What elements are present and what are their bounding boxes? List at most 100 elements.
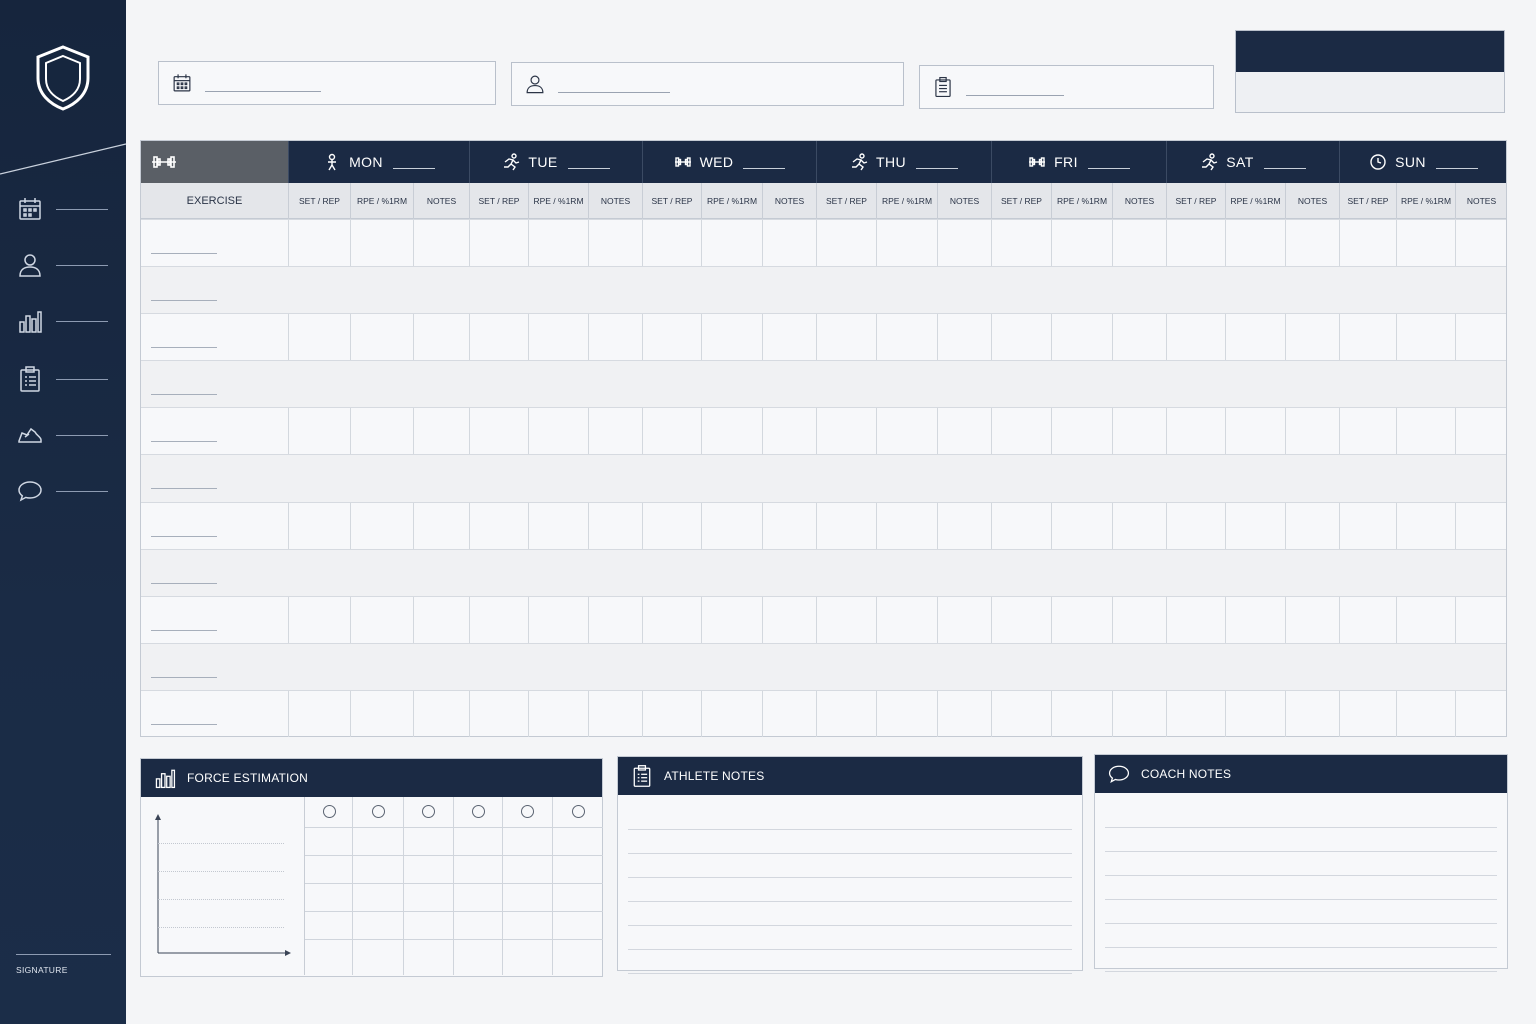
sub-header-set-rep: SET / REP [642, 183, 701, 219]
force-radio-option[interactable] [521, 805, 534, 818]
plot-guide-line [158, 927, 284, 928]
sub-header-set-rep: SET / REP [991, 183, 1051, 219]
day-date-line [567, 167, 610, 169]
clipboard-icon [935, 76, 951, 98]
force-grid-line [305, 883, 603, 884]
day-header-sun: SUN [1339, 141, 1507, 183]
sidebar-item-plans[interactable] [16, 364, 112, 394]
force-estimation-panel: FORCE ESTIMATION [140, 758, 603, 977]
dumbbell-icon [1029, 157, 1046, 167]
day-header-fri: FRI [991, 141, 1166, 183]
day-label: SUN [1395, 154, 1426, 170]
table-row[interactable] [141, 689, 1506, 737]
note-line [1105, 899, 1497, 900]
note-line [1105, 971, 1497, 972]
coach-notes-panel: COACH NOTES [1094, 754, 1508, 972]
figure-icon [328, 153, 337, 171]
program-field[interactable] [919, 65, 1214, 109]
force-grid-line [305, 911, 603, 912]
exercise-name-line [151, 253, 217, 254]
note-line [628, 853, 1072, 854]
exercise-name-line [151, 347, 217, 349]
table-row[interactable] [141, 501, 1506, 549]
sub-header-rpe: RPE / %1RM [701, 183, 762, 219]
force-radio-option[interactable] [471, 805, 485, 818]
table-row[interactable] [141, 407, 1506, 454]
exercise-name-line [151, 582, 217, 584]
sidebar-item-messages[interactable] [16, 476, 112, 506]
sidebar-divider [0, 143, 126, 175]
bar-chart-icon [155, 769, 176, 789]
day-header-sat: SAT [1166, 141, 1339, 183]
sidebar-item-stats[interactable] [16, 306, 112, 336]
runner-icon [852, 153, 868, 171]
day-date-line [392, 167, 435, 169]
force-radio-option[interactable] [422, 805, 435, 818]
force-grid-divider [352, 797, 353, 975]
note-line [1105, 827, 1497, 828]
date-field-line [205, 90, 321, 92]
force-estimation-grid [304, 797, 603, 975]
sub-header-set-rep: SET / REP [288, 183, 350, 219]
exercise-name-line [151, 676, 217, 678]
day-label: FRI [1054, 154, 1078, 170]
clipboard-icon [633, 765, 651, 787]
table-row[interactable] [141, 266, 1506, 314]
note-line [628, 949, 1072, 950]
week-box[interactable] [1235, 30, 1505, 113]
athlete-notes-panel: ATHLETE NOTES [617, 756, 1083, 974]
sidebar-item-profile[interactable] [16, 250, 112, 280]
table-row[interactable] [141, 313, 1506, 360]
day-header-wed: WED [642, 141, 816, 183]
force-grid-line [305, 939, 603, 940]
table-row[interactable] [141, 360, 1506, 408]
sidebar-item-calendar[interactable] [16, 194, 112, 224]
athlete-field[interactable] [511, 62, 904, 106]
dumbbell-icon [674, 157, 691, 167]
table-row[interactable] [141, 219, 1506, 266]
sub-header-notes: NOTES [588, 183, 642, 219]
table-row[interactable] [141, 642, 1506, 690]
calendar-icon [173, 74, 191, 92]
exercise-label: EXERCISE [186, 195, 243, 207]
sub-header-notes: NOTES [937, 183, 991, 219]
exercise-name-line [151, 629, 217, 631]
day-label: TUE [528, 154, 558, 170]
force-radio-option[interactable] [572, 805, 585, 818]
day-header-mon: MON [288, 141, 469, 183]
dumbbell-icon [152, 156, 176, 168]
force-grid-divider [453, 797, 454, 975]
day-date-line [915, 167, 958, 169]
table-row[interactable] [141, 595, 1506, 643]
sub-header-set-rep: SET / REP [469, 183, 528, 219]
sidebar-item-running[interactable] [16, 420, 112, 450]
chat-bubble-icon [1108, 765, 1130, 784]
plot-guide-line [158, 843, 284, 844]
day-header-row: MON TUE WED THU FRI SAT SUN [141, 141, 1506, 183]
note-line [1105, 851, 1497, 852]
force-radio-option[interactable] [371, 805, 385, 818]
sub-header-rpe: RPE / %1RM [350, 183, 413, 219]
force-grid-line [305, 855, 603, 856]
coach-notes-title: COACH NOTES [1141, 767, 1232, 781]
shield-icon [36, 45, 90, 111]
table-row[interactable] [141, 548, 1506, 596]
table-row[interactable] [141, 454, 1506, 502]
sub-header-rpe: RPE / %1RM [528, 183, 588, 219]
force-radio-option[interactable] [322, 805, 336, 818]
clipboard-icon [20, 366, 40, 392]
program-field-line [966, 94, 1064, 96]
runner-icon [1202, 153, 1218, 171]
date-field[interactable] [158, 61, 496, 105]
exercise-name-line [151, 488, 217, 490]
note-line [1105, 875, 1497, 876]
signature-label: SIGNATURE [16, 954, 111, 975]
sub-header-set-rep: SET / REP [1339, 183, 1396, 219]
force-estimation-title: FORCE ESTIMATION [187, 771, 308, 785]
sub-header-notes: NOTES [413, 183, 469, 219]
day-date-line [743, 167, 786, 169]
force-estimation-header: FORCE ESTIMATION [141, 759, 602, 797]
sub-header-set-rep: SET / REP [1166, 183, 1225, 219]
sub-header-notes: NOTES [1112, 183, 1166, 219]
force-grid-divider [403, 797, 404, 975]
